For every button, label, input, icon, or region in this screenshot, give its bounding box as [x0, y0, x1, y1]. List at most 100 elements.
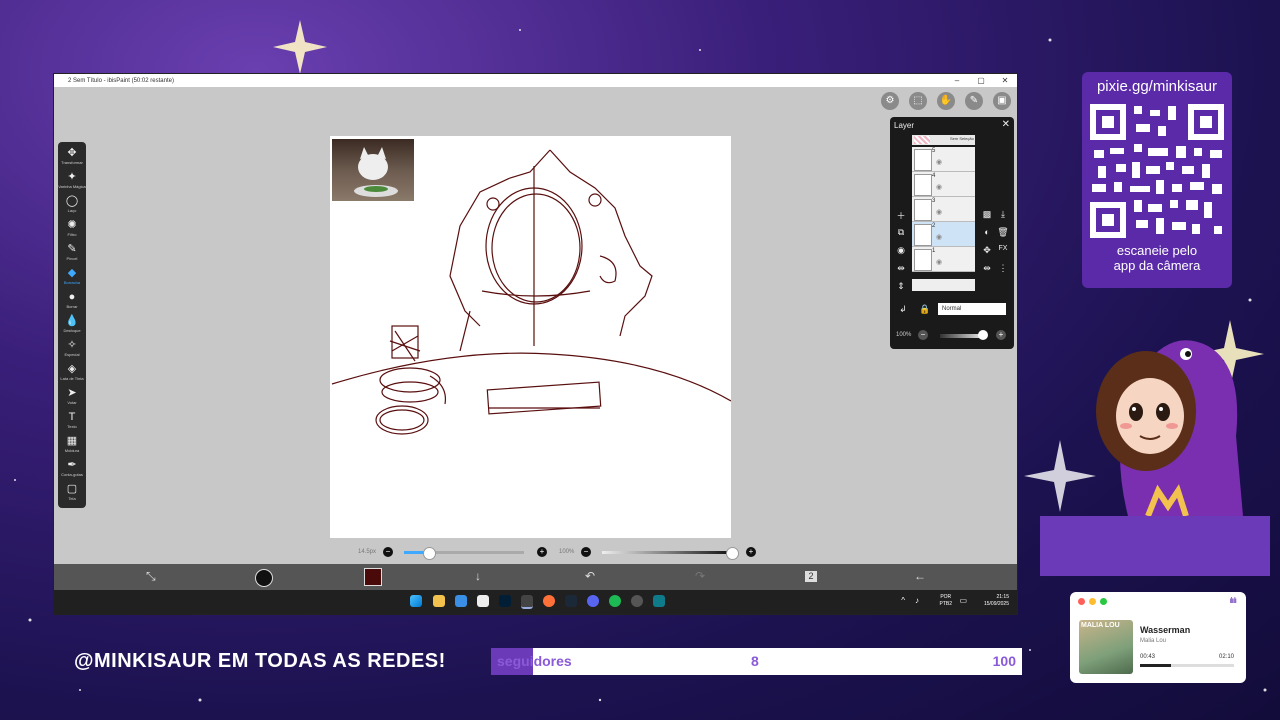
layer-thumbnail — [914, 249, 932, 271]
brush-opacity-knob[interactable] — [726, 547, 739, 560]
layer-count-icon[interactable]: 2 — [805, 571, 817, 582]
spotify-icon[interactable] — [609, 595, 621, 607]
close-button[interactable]: ✕ — [993, 74, 1017, 87]
tool-special[interactable]: ✧ Especial — [58, 338, 86, 362]
opacity-minus-button[interactable]: − — [918, 330, 928, 340]
tool-text[interactable]: T Texto — [58, 410, 86, 434]
tool-brush[interactable]: ✎ Pincel — [58, 242, 86, 266]
layers-icon[interactable]: ▣ — [993, 92, 1011, 110]
layer-row[interactable]: 1 ◉ — [912, 247, 975, 272]
tool-label: Borrar — [66, 304, 78, 309]
tool-blur[interactable]: 💧 Desfoque — [58, 314, 86, 338]
taskbar-clock[interactable]: 21:15 15/09/2025 — [984, 594, 1009, 608]
text-icon: T — [68, 411, 76, 423]
move-layer-icon[interactable]: ✥ — [980, 245, 994, 256]
lock-icon[interactable]: 🔒 — [918, 304, 932, 315]
brush-size-slider[interactable] — [404, 547, 524, 560]
brush-preview-icon[interactable] — [255, 569, 273, 587]
tool-frame[interactable]: ▦ Moldura — [58, 434, 86, 458]
flip-vertical-icon[interactable]: ⇕ — [894, 281, 908, 292]
blend-mode-select[interactable]: Normal — [938, 303, 1006, 315]
minimize-button[interactable]: – — [945, 74, 969, 87]
firefox-icon[interactable] — [543, 595, 555, 607]
brush-opacity-slider[interactable] — [602, 547, 739, 560]
brush-opacity-plus-button[interactable]: + — [746, 547, 756, 557]
download-icon[interactable]: ⤓ — [996, 209, 1010, 220]
brush-opacity-minus-button[interactable]: − — [581, 547, 591, 557]
opacity-plus-button[interactable]: + — [996, 330, 1006, 340]
layer-thumbnail — [914, 224, 932, 246]
duplicate-layer-icon[interactable]: ⧉ — [894, 227, 908, 238]
microphone-icon[interactable]: ♪ — [915, 596, 919, 605]
tool-canvas[interactable]: ▢ Tela — [58, 482, 86, 506]
layer-down-icon[interactable]: ↲ — [896, 304, 910, 315]
flip-layer-icon[interactable]: ⇹ — [980, 263, 994, 274]
brush-size-knob[interactable] — [423, 547, 436, 560]
file-explorer-icon[interactable] — [433, 595, 445, 607]
tool-smudge[interactable]: ● Borrar — [58, 290, 86, 314]
network-icon[interactable]: ▭ — [959, 596, 967, 605]
flip-horizontal-icon[interactable]: ⇹ — [894, 263, 908, 274]
layer-row[interactable]: 3 ◉ — [912, 197, 975, 222]
brush-size-plus-button[interactable]: + — [537, 547, 547, 557]
drawing-canvas[interactable] — [330, 136, 731, 538]
eye-icon[interactable]: ◉ — [936, 233, 942, 241]
back-arrow-icon[interactable]: ← — [914, 569, 926, 583]
eye-icon[interactable]: ◉ — [936, 183, 942, 191]
app-icon[interactable] — [477, 595, 489, 607]
layer-panel-close-button[interactable]: ✕ — [1002, 119, 1010, 130]
selection-layer[interactable]: Sem Seleção — [912, 135, 975, 145]
tool-cursor[interactable]: ➤ Votar — [58, 386, 86, 410]
layer-row[interactable]: 4 ◉ — [912, 172, 975, 197]
arrow-down-icon[interactable]: ↓ — [475, 569, 481, 583]
smudge-icon: ● — [68, 291, 76, 303]
hand-icon[interactable]: ✋ — [937, 92, 955, 110]
eye-icon[interactable]: ◉ — [936, 258, 942, 266]
brush-size-minus-button[interactable]: − — [383, 547, 393, 557]
steam-icon[interactable] — [565, 595, 577, 607]
windows-start-icon[interactable] — [410, 595, 422, 607]
tray-arrow-icon[interactable]: ^ — [901, 596, 905, 605]
layer-row[interactable]: 5 ◉ — [912, 147, 975, 172]
followers-goal-bar: seguidores 8 100 — [491, 648, 1022, 675]
add-layer-icon[interactable]: ＋ — [894, 209, 908, 222]
tool-lasso[interactable]: ◯ Laço — [58, 194, 86, 218]
pen-icon[interactable]: ✎ — [965, 92, 983, 110]
obs-icon[interactable] — [631, 595, 643, 607]
tool-label: Lata de Tinta — [60, 376, 84, 381]
color-swatch[interactable] — [364, 568, 382, 586]
tool-move[interactable]: ✥ Transformar — [58, 146, 86, 170]
more-icon[interactable]: ⋮ — [996, 263, 1010, 274]
fx-icon[interactable]: FX — [996, 245, 1010, 252]
maximize-button[interactable]: ▢ — [969, 74, 993, 87]
camera-icon[interactable]: ◉ — [894, 245, 908, 256]
tool-magic-wand[interactable]: ✦ Varinha Mágica — [58, 170, 86, 194]
tool-bucket[interactable]: ◈ Lata de Tinta — [58, 362, 86, 386]
editor-icon[interactable] — [653, 595, 665, 607]
redo-icon[interactable]: ↷ — [695, 569, 705, 583]
eye-icon[interactable]: ◉ — [936, 158, 942, 166]
layer-number: 1 — [932, 248, 936, 254]
layer-opacity-knob[interactable] — [978, 330, 988, 340]
tool-eyedropper[interactable]: ✒ Conta-gotas — [58, 458, 86, 482]
transform-icon[interactable]: ⤡ — [146, 569, 156, 584]
settings-icon[interactable]: ⚙ — [881, 92, 899, 110]
tool-eraser[interactable]: ◆ Borracha — [58, 266, 86, 290]
tool-label: Especial — [64, 352, 80, 357]
mask-icon[interactable]: ◐ — [980, 227, 994, 237]
checker-icon[interactable]: ▩ — [980, 209, 994, 220]
special-icon: ✧ — [67, 339, 77, 351]
selection-icon[interactable]: ⬚ — [909, 92, 927, 110]
layer-row[interactable]: 2 ◉ — [912, 222, 975, 247]
tool-label: Conta-gotas — [61, 472, 83, 477]
mail-icon[interactable] — [455, 595, 467, 607]
eye-icon[interactable]: ◉ — [936, 208, 942, 216]
undo-icon[interactable]: ↶ — [585, 569, 595, 583]
song-progress-fill — [1140, 664, 1172, 667]
tool-filter[interactable]: ✺ Filtro — [58, 218, 86, 242]
photoshop-icon[interactable] — [499, 595, 511, 607]
language-indicator[interactable]: POR PTB2 — [939, 594, 952, 608]
ibispaint-taskbar-icon[interactable] — [521, 595, 533, 609]
discord-icon[interactable] — [587, 595, 599, 607]
trash-icon[interactable]: 🗑 — [996, 227, 1010, 238]
